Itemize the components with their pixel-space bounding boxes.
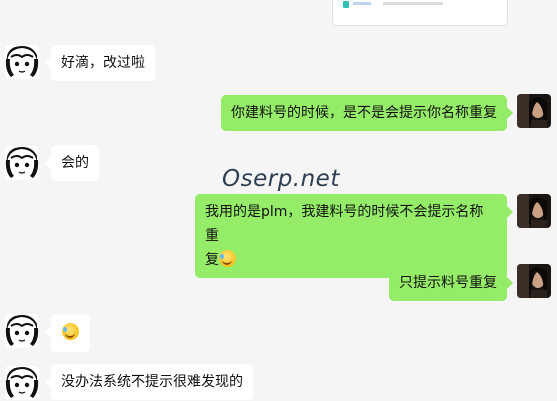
message-text: 只提示料号重复 bbox=[399, 275, 497, 291]
photo-avatar-icon[interactable] bbox=[517, 264, 551, 298]
file-icon bbox=[343, 1, 349, 8]
cartoon-avatar-icon[interactable] bbox=[5, 366, 39, 400]
message-text: 会的 bbox=[61, 155, 89, 171]
watermark-text: Oserp.net bbox=[222, 166, 340, 192]
rolling-on-floor-laughing-emoji bbox=[62, 323, 79, 340]
message-bubble: 你建料号的时候，是不是会提示你名称重复 bbox=[221, 95, 513, 131]
message-bubble: 只提示料号重复 bbox=[389, 265, 513, 301]
cartoon-avatar-icon[interactable] bbox=[5, 146, 39, 180]
message-text: 你建料号的时候，是不是会提示你名称重复 bbox=[231, 105, 497, 121]
image-message-card[interactable] bbox=[332, 0, 508, 26]
cartoon-avatar-icon[interactable] bbox=[5, 45, 39, 79]
photo-avatar-icon[interactable] bbox=[517, 94, 551, 128]
card-text-line bbox=[353, 2, 371, 5]
message-text: 没办法系统不提示很难发现的 bbox=[61, 374, 243, 390]
message-bubble bbox=[45, 314, 90, 352]
message-text-line: 我用的是plm，我建料号的时候不会提示名称重 bbox=[205, 204, 484, 244]
message-text: 好滴，改过啦 bbox=[61, 55, 145, 71]
message-text-line: 复 bbox=[205, 252, 219, 268]
message-bubble: 好滴，改过啦 bbox=[45, 45, 155, 81]
photo-avatar-icon[interactable] bbox=[517, 194, 551, 228]
message-bubble: 会的 bbox=[45, 145, 99, 181]
cartoon-avatar-icon[interactable] bbox=[5, 314, 39, 348]
rolling-on-floor-laughing-emoji bbox=[219, 250, 236, 267]
message-bubble: 没办法系统不提示很难发现的 bbox=[45, 364, 253, 400]
card-text-line bbox=[383, 2, 443, 5]
